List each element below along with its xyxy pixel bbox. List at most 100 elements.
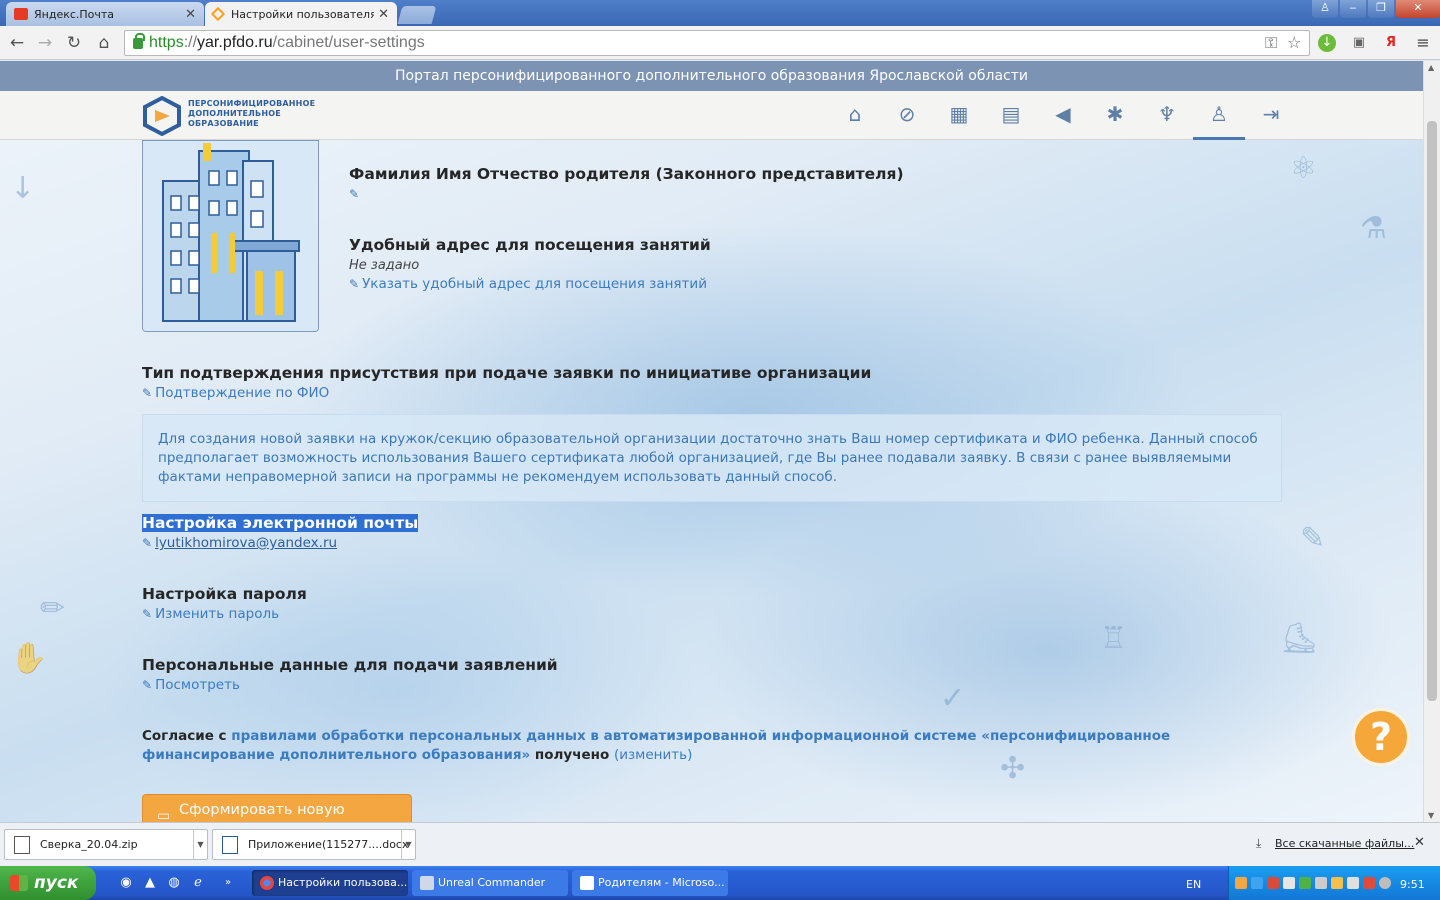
extension-icon[interactable]: ↓ [1318, 34, 1336, 52]
tray-app-icon[interactable] [1267, 877, 1279, 889]
portal-title-band: Портал персонифицированного дополнительн… [0, 61, 1423, 91]
pencil-icon: ✎ [142, 607, 153, 621]
page-scrollbar[interactable]: ▲ ▼ [1423, 61, 1440, 822]
close-icon[interactable]: ✕ [185, 7, 196, 22]
reload-icon[interactable]: ↻ [63, 32, 85, 54]
tab-yandex-mail[interactable]: Яндекс.Почта ✕ [6, 2, 204, 26]
taskbar-item-chrome[interactable]: Настройки пользова... [252, 870, 408, 896]
quicklaunch-app-icon[interactable]: ▲ [142, 875, 158, 891]
home-icon[interactable]: ⌂ [93, 32, 115, 54]
tray-app-icon[interactable] [1331, 877, 1343, 889]
hand-doodle-icon: ✋ [10, 641, 48, 676]
tray-app-icon[interactable] [1299, 877, 1311, 889]
word-file-icon [222, 835, 238, 854]
key-icon[interactable]: ⚿ [1265, 33, 1277, 53]
address-bar[interactable]: https://yar.pfdo.ru/cabinet/user-setting… [124, 30, 1310, 56]
home-icon[interactable]: ⌂ [842, 101, 868, 127]
tab-title: Яндекс.Почта [34, 7, 115, 21]
tray-app-icon[interactable] [1251, 877, 1263, 889]
scroll-thumb[interactable] [1427, 121, 1437, 701]
back-icon[interactable]: ← [6, 32, 28, 54]
window-close-icon[interactable]: ✕ [1396, 0, 1440, 18]
consent-change-link[interactable]: (изменить) [614, 747, 692, 763]
help-button[interactable]: ? [1352, 708, 1410, 766]
download-icon: ⤓ [1256, 836, 1262, 850]
pencil-icon: ✎ [349, 277, 360, 291]
start-button[interactable]: пуск [0, 866, 96, 900]
user-icon[interactable]: ♙ [1206, 101, 1232, 127]
email-link[interactable]: ✎ lyutikhomirova@yandex.ru [142, 535, 337, 551]
view-personal-data-link[interactable]: ✎ Посмотреть [142, 677, 240, 693]
dropdown-arrow-icon[interactable]: ▼ [193, 830, 207, 859]
edit-parent-name-button[interactable]: ✎ [349, 186, 362, 202]
scroll-up-icon[interactable]: ▲ [1428, 63, 1434, 72]
megaphone-icon[interactable]: ◀ [1050, 101, 1076, 127]
mail-icon [14, 8, 28, 20]
quicklaunch-app-icon[interactable]: ◉ [118, 875, 134, 891]
forward-icon[interactable]: → [34, 32, 56, 54]
menu-icon[interactable]: ≡ [1414, 34, 1432, 52]
tray-app-icon[interactable] [1347, 877, 1359, 889]
email-heading: Настройка электронной почты [142, 514, 419, 532]
confirmation-info-box: Для создания новой заявки на кружок/секц… [142, 414, 1282, 502]
pencil-icon: ✎ [142, 386, 153, 400]
tray-app-icon[interactable] [1315, 877, 1327, 889]
profile-image [142, 140, 319, 332]
tab-user-settings[interactable]: Настройки пользователя | ✕ [205, 2, 397, 26]
download-shelf: Сверка_20.04.zip ▼ Приложение(115277....… [0, 822, 1440, 866]
pencil-doodle-icon: ✎ [1300, 521, 1326, 556]
tray-app-icon[interactable] [1379, 877, 1391, 889]
close-icon[interactable]: ✕ [1414, 835, 1425, 850]
all-downloads-link[interactable]: Все скачанные файлы... [1275, 837, 1414, 850]
new-statement-button[interactable]: ▭ Сформировать новую выписку [142, 794, 412, 822]
pfdo-logo-icon[interactable] [142, 96, 182, 136]
pencil-doodle-icon: ✏ [40, 591, 66, 626]
language-indicator[interactable]: EN [1186, 878, 1201, 891]
tray-app-icon[interactable] [1235, 877, 1247, 889]
download-item[interactable]: Сверка_20.04.zip ▼ [4, 829, 208, 860]
robot-doodle-icon: ♖ [1100, 621, 1127, 656]
yandex-icon[interactable]: Я [1382, 34, 1400, 52]
word-icon [580, 876, 594, 890]
tab-title: Настройки пользователя | [231, 7, 375, 21]
trophy-icon[interactable]: ♆ [1154, 101, 1180, 127]
minimize-icon[interactable]: ‒ [1340, 0, 1366, 18]
change-password-link[interactable]: ✎ Изменить пароль [142, 606, 279, 622]
set-address-link[interactable]: ✎ Указать удобный адрес для посещения зан… [349, 276, 707, 292]
chrome-icon[interactable]: ◍ [166, 875, 182, 891]
confirmation-type-link[interactable]: ✎ Подтверждение по ФИО [142, 385, 329, 401]
logout-icon[interactable]: ⇥ [1258, 101, 1284, 127]
maximize-icon[interactable]: ❐ [1368, 0, 1394, 18]
compass-icon[interactable]: ⊘ [894, 101, 920, 127]
close-icon[interactable]: ✕ [378, 7, 389, 22]
printer-icon: ▭ [157, 808, 171, 822]
camera-icon[interactable]: ▣ [1350, 34, 1368, 52]
tray-app-icon[interactable] [1363, 877, 1375, 889]
building-illustration-icon [143, 141, 318, 331]
bookmark-star-icon[interactable]: ☆ [1287, 33, 1301, 52]
star-icon[interactable]: ✱ [1102, 101, 1128, 127]
new-tab-button[interactable] [397, 6, 437, 24]
ie-icon[interactable]: ℯ [190, 875, 206, 891]
tray-app-icon[interactable] [1283, 877, 1295, 889]
personal-data-heading: Персональные данные для подачи заявлений [142, 656, 558, 674]
calendar-icon[interactable]: ▦ [946, 101, 972, 127]
download-item[interactable]: Приложение(115277....docx ▼ [212, 829, 416, 860]
expand-quicklaunch-icon[interactable]: » [220, 875, 236, 891]
site-header: ПЕРСОНИФИЦИРОВАННОЕ ДОПОЛНИТЕЛЬНОЕ ОБРАЗ… [0, 91, 1423, 140]
windows-logo-icon [10, 875, 28, 891]
pencil-icon: ✎ [142, 678, 153, 692]
user-icon[interactable]: ♙ [1312, 0, 1338, 18]
arrow-doodle-icon: ↓ [10, 171, 36, 206]
taskbar-item-word[interactable]: Родителям - Microso... [572, 870, 728, 896]
document-icon[interactable]: ▤ [998, 101, 1024, 127]
scroll-down-icon[interactable]: ▼ [1428, 811, 1434, 820]
consent-text: Согласие с правилами обработки персональ… [142, 728, 1171, 763]
dropdown-arrow-icon[interactable]: ▼ [401, 830, 415, 859]
chrome-icon [260, 876, 274, 890]
unreal-commander-icon [420, 876, 434, 890]
windows-taskbar: пуск ◉ ▲ ◍ ℯ » Настройки пользова... Unr… [0, 866, 1440, 900]
active-nav-indicator [1193, 137, 1245, 140]
taskbar-item-unreal-commander[interactable]: Unreal Commander [412, 870, 568, 896]
browser-tab-bar: Яндекс.Почта ✕ Настройки пользователя | … [0, 0, 1440, 26]
